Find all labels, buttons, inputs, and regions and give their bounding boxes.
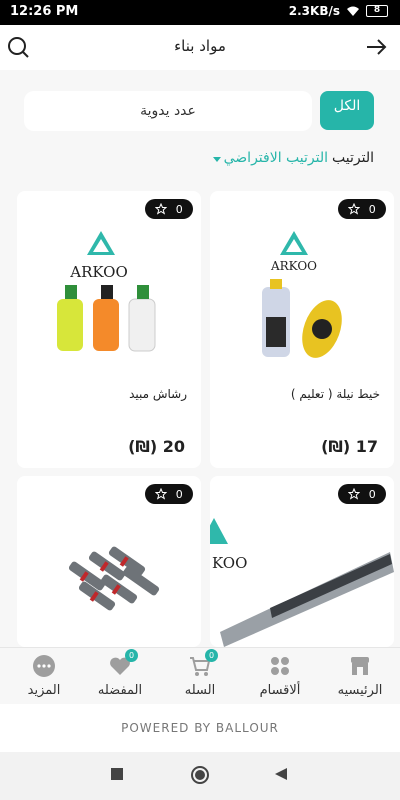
sort-label: الترتيب xyxy=(332,150,374,166)
sort-selector[interactable]: الترتيب الترتيب الافتراضي xyxy=(212,150,374,166)
star-icon xyxy=(348,488,361,500)
nav-home[interactable]: الرئيسيه xyxy=(320,648,400,705)
product-image xyxy=(68,546,160,611)
nav-categories-label: ألاقسام xyxy=(259,683,301,698)
nav-home-label: الرئيسيه xyxy=(337,683,383,698)
app-bar: مواد بناء xyxy=(0,25,400,70)
product-name: رشاش مبيد xyxy=(129,387,187,401)
product-image: ARKOO xyxy=(57,231,156,352)
search-input[interactable]: عدد يدوية xyxy=(24,91,312,131)
battery-icon: 8 xyxy=(366,5,388,17)
filter-all-button[interactable]: الكل xyxy=(320,91,374,130)
favorite-badge[interactable]: 0 xyxy=(338,199,386,219)
star-icon xyxy=(155,203,168,215)
favorite-badge[interactable]: 0 xyxy=(145,484,193,504)
nav-favorites-label: المفضله xyxy=(97,683,143,698)
page-title: مواد بناء xyxy=(174,37,226,55)
product-card[interactable]: 0 ARKOO خيط نيلة ( تعليم ) 17 (₪) xyxy=(210,191,394,468)
cart-count-badge: 0 xyxy=(205,649,218,662)
svg-text:ARKOO: ARKOO xyxy=(270,259,317,273)
favorites-count-badge: 0 xyxy=(125,649,138,662)
network-speed: 2.3KB/s xyxy=(288,4,340,18)
star-icon xyxy=(348,203,361,215)
product-card[interactable]: 0 xyxy=(17,476,201,647)
sort-value[interactable]: الترتيب الافتراضي xyxy=(224,150,328,166)
svg-text:KOO: KOO xyxy=(212,554,247,572)
favorite-count: 0 xyxy=(175,202,183,216)
favorite-count: 0 xyxy=(368,202,376,216)
product-card[interactable]: 0 ARKOO رشاش مبيد 20 (₪) xyxy=(17,191,201,468)
status-bar: 12:26 PM 2.3KB/s 8 xyxy=(0,0,400,25)
status-time: 12:26 PM xyxy=(10,4,79,19)
favorite-badge[interactable]: 0 xyxy=(145,199,193,219)
more-icon xyxy=(33,655,55,677)
star-icon xyxy=(155,488,168,500)
home-circle-icon[interactable] xyxy=(190,765,210,785)
powered-by-footer: POWERED BY BALLOUR xyxy=(0,704,400,752)
recents-icon[interactable] xyxy=(110,767,124,781)
nav-cart[interactable]: 0 السله xyxy=(160,648,240,705)
nav-more[interactable]: المزيد xyxy=(4,648,84,705)
nav-more-label: المزيد xyxy=(27,683,61,698)
nav-cart-label: السله xyxy=(184,683,216,698)
favorite-count: 0 xyxy=(368,487,376,501)
nav-categories[interactable]: ألاقسام xyxy=(240,648,320,705)
system-nav-bar xyxy=(0,752,400,800)
back-triangle-icon[interactable] xyxy=(274,767,288,781)
product-image: ARKOO xyxy=(262,231,342,358)
nav-favorites[interactable]: 0 المفضله xyxy=(80,648,160,705)
product-price: 17 (₪) xyxy=(321,437,378,456)
svg-text:ARKOO: ARKOO xyxy=(69,263,128,281)
product-name: خيط نيلة ( تعليم ) xyxy=(290,387,380,401)
store-icon xyxy=(351,657,369,675)
chevron-down-icon xyxy=(212,156,221,162)
arrow-right-icon[interactable] xyxy=(364,35,388,59)
favorite-count: 0 xyxy=(175,487,183,501)
product-price: 20 (₪) xyxy=(128,437,185,456)
favorite-badge[interactable]: 0 xyxy=(338,484,386,504)
product-image: KOO xyxy=(210,518,394,647)
bottom-nav: الرئيسيه ألاقسام 0 السله 0 المفضله المزي… xyxy=(0,647,400,704)
wifi-icon xyxy=(347,6,359,16)
product-card[interactable]: 0 KOO xyxy=(210,476,394,647)
grid-icon xyxy=(271,657,289,675)
